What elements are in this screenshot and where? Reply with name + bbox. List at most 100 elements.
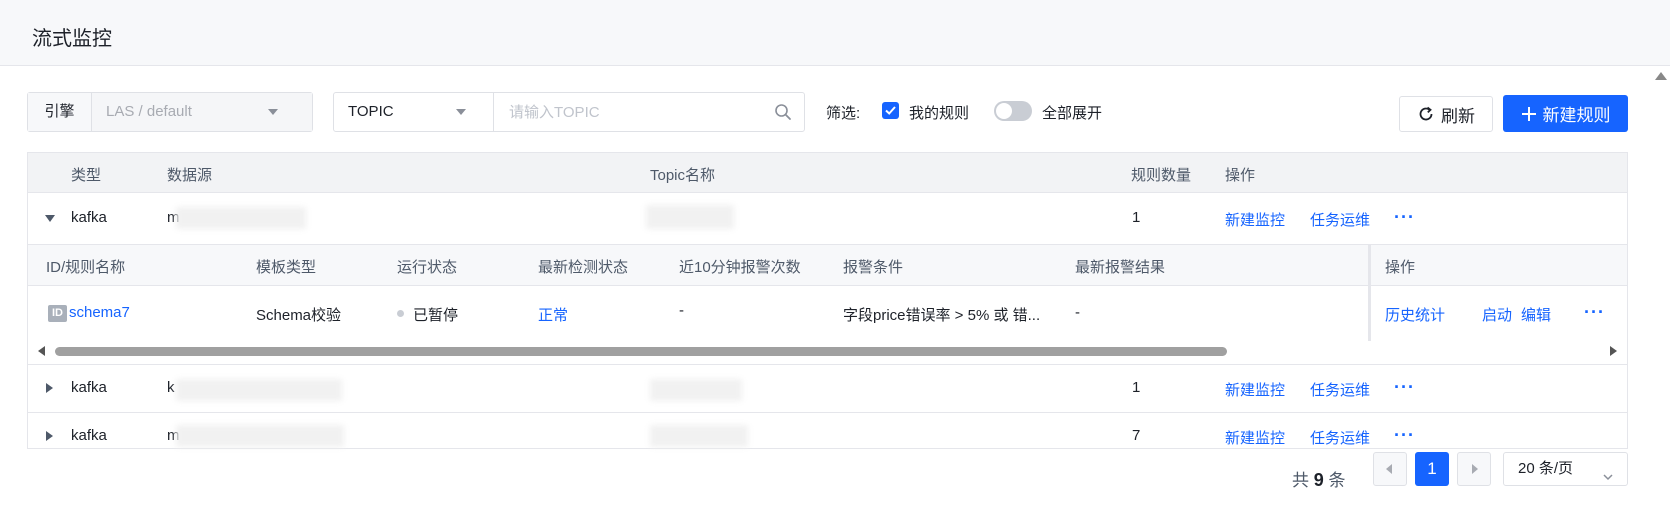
col-source: 数据源 bbox=[167, 167, 213, 184]
new-rule-label: 新建规则 bbox=[1542, 106, 1611, 125]
total-number: 9 bbox=[1313, 470, 1324, 490]
rule-condition: 字段price错误率 > 5% 或 错... bbox=[843, 307, 1041, 324]
chevron-down-icon bbox=[268, 109, 278, 115]
chevron-down-icon bbox=[1602, 463, 1614, 495]
redacted-source bbox=[176, 425, 344, 447]
table-row: kafka m 1 新建监控 任务运维 ··· bbox=[28, 193, 1627, 245]
redacted-topic bbox=[650, 379, 742, 401]
col-actions: 操作 bbox=[1225, 167, 1256, 184]
rule-latest-check: 正常 bbox=[538, 307, 569, 324]
new-monitor-link[interactable]: 新建监控 bbox=[1225, 379, 1285, 400]
rule-name-link[interactable]: schema7 bbox=[69, 304, 130, 321]
redacted-source bbox=[176, 207, 306, 229]
page-header: 流式监控 bbox=[0, 0, 1670, 66]
rule-alarm-count: - bbox=[679, 302, 684, 319]
horizontal-scrollbar[interactable] bbox=[28, 341, 1627, 361]
task-ops-link[interactable]: 任务运维 bbox=[1310, 427, 1370, 448]
expand-all-label: 全部展开 bbox=[1042, 105, 1103, 122]
table-header: 类型 数据源 Topic名称 规则数量 操作 bbox=[28, 153, 1627, 193]
arrow-left-icon bbox=[1386, 464, 1392, 474]
row-rule-count: 1 bbox=[1132, 379, 1141, 396]
topic-type-value: TOPIC bbox=[348, 103, 394, 120]
rule-latest-result: - bbox=[1075, 304, 1080, 321]
history-stats-link[interactable]: 历史统计 bbox=[1385, 304, 1445, 325]
engine-value[interactable]: LAS / default bbox=[92, 93, 312, 131]
redacted-topic bbox=[650, 425, 748, 447]
rule-subtable: ID/规则名称 模板类型 运行状态 最新检测状态 近10分钟报警次数 报警条件 … bbox=[28, 245, 1627, 365]
sub-col-actions: 操作 bbox=[1385, 259, 1416, 276]
col-type: 类型 bbox=[71, 167, 102, 184]
table-row: kafka m 7 新建监控 任务运维 ··· bbox=[28, 413, 1627, 448]
sub-col-template: 模板类型 bbox=[256, 259, 317, 276]
total-suffix: 条 bbox=[1328, 471, 1346, 490]
topic-table: 类型 数据源 Topic名称 规则数量 操作 kafka m 1 新建监控 任务… bbox=[27, 152, 1628, 449]
arrow-left-icon[interactable] bbox=[38, 346, 45, 356]
check-icon bbox=[885, 106, 896, 115]
more-icon[interactable]: ··· bbox=[1394, 426, 1415, 444]
id-icon: ID bbox=[48, 305, 67, 322]
row-type: kafka bbox=[71, 209, 107, 226]
col-topic: Topic名称 bbox=[650, 167, 716, 184]
refresh-button[interactable]: 刷新 bbox=[1399, 96, 1493, 132]
more-icon[interactable]: ··· bbox=[1394, 378, 1415, 396]
row-type: kafka bbox=[71, 427, 107, 444]
next-page-button[interactable] bbox=[1457, 452, 1491, 486]
actions-header-bg: 操作 bbox=[1371, 245, 1627, 286]
scrollbar-thumb[interactable] bbox=[55, 347, 1227, 356]
sub-col-condition: 报警条件 bbox=[843, 259, 904, 276]
new-monitor-link[interactable]: 新建监控 bbox=[1225, 209, 1285, 230]
row-source: k bbox=[167, 379, 175, 396]
start-link[interactable]: 启动 bbox=[1482, 304, 1512, 325]
topic-search-group: TOPIC bbox=[333, 92, 805, 132]
sub-col-alarm-count: 近10分钟报警次数 bbox=[679, 259, 801, 276]
sub-col-latest-check: 最新检测状态 bbox=[538, 259, 629, 276]
edit-link[interactable]: 编辑 bbox=[1521, 304, 1551, 325]
engine-select[interactable]: 引擎 LAS / default bbox=[27, 92, 313, 132]
new-rule-button[interactable]: 新建规则 bbox=[1503, 95, 1628, 132]
redacted-topic bbox=[646, 205, 734, 229]
caret-right-icon[interactable] bbox=[46, 383, 53, 393]
expand-all-toggle[interactable] bbox=[994, 101, 1032, 121]
table-row: kafka k 1 新建监控 任务运维 ··· bbox=[28, 365, 1627, 413]
refresh-icon bbox=[1417, 105, 1435, 123]
topic-type-select[interactable]: TOPIC bbox=[334, 93, 494, 131]
sub-col-id-name: ID/规则名称 bbox=[46, 259, 126, 276]
sub-col-latest-result: 最新报警结果 bbox=[1075, 259, 1166, 276]
my-rules-checkbox[interactable] bbox=[882, 102, 899, 119]
sub-col-run-status: 运行状态 bbox=[397, 259, 458, 276]
status-dot bbox=[397, 310, 404, 317]
search-icon[interactable] bbox=[774, 103, 792, 121]
col-rule-count: 规则数量 bbox=[1131, 167, 1192, 184]
topic-search-input[interactable] bbox=[495, 93, 765, 131]
page-size-select[interactable]: 20 条/页 bbox=[1503, 452, 1628, 486]
engine-label: 引擎 bbox=[28, 93, 92, 131]
arrow-right-icon bbox=[1472, 464, 1478, 474]
caret-down-icon[interactable] bbox=[45, 215, 55, 222]
vertical-scrollbar[interactable] bbox=[1650, 66, 1670, 529]
row-rule-count: 7 bbox=[1132, 427, 1141, 444]
filter-label: 筛选: bbox=[826, 105, 861, 122]
page-title: 流式监控 bbox=[32, 28, 112, 50]
page-1-button[interactable]: 1 bbox=[1415, 452, 1449, 486]
task-ops-link[interactable]: 任务运维 bbox=[1310, 379, 1370, 400]
caret-right-icon[interactable] bbox=[46, 431, 53, 441]
rule-run-status: 已暂停 bbox=[413, 307, 459, 324]
total-count: 共 9 条 bbox=[1292, 466, 1345, 491]
rule-template: Schema校验 bbox=[256, 307, 342, 324]
more-icon[interactable]: ··· bbox=[1584, 303, 1605, 321]
task-ops-link[interactable]: 任务运维 bbox=[1310, 209, 1370, 230]
subtable-actions-column: 操作 历史统计 启动 编辑 ··· bbox=[1368, 245, 1627, 341]
row-type: kafka bbox=[71, 379, 107, 396]
arrow-up-icon[interactable] bbox=[1655, 72, 1667, 80]
new-monitor-link[interactable]: 新建监控 bbox=[1225, 427, 1285, 448]
arrow-right-icon[interactable] bbox=[1610, 346, 1617, 356]
toggle-knob bbox=[996, 103, 1012, 119]
plus-icon bbox=[1521, 106, 1537, 122]
chevron-down-icon bbox=[456, 109, 466, 115]
more-icon[interactable]: ··· bbox=[1394, 208, 1415, 226]
row-rule-count: 1 bbox=[1132, 209, 1141, 226]
redacted-source bbox=[176, 379, 342, 401]
page-size-value: 20 条/页 bbox=[1518, 460, 1574, 477]
my-rules-label[interactable]: 我的规则 bbox=[909, 102, 969, 123]
prev-page-button[interactable] bbox=[1373, 452, 1407, 486]
